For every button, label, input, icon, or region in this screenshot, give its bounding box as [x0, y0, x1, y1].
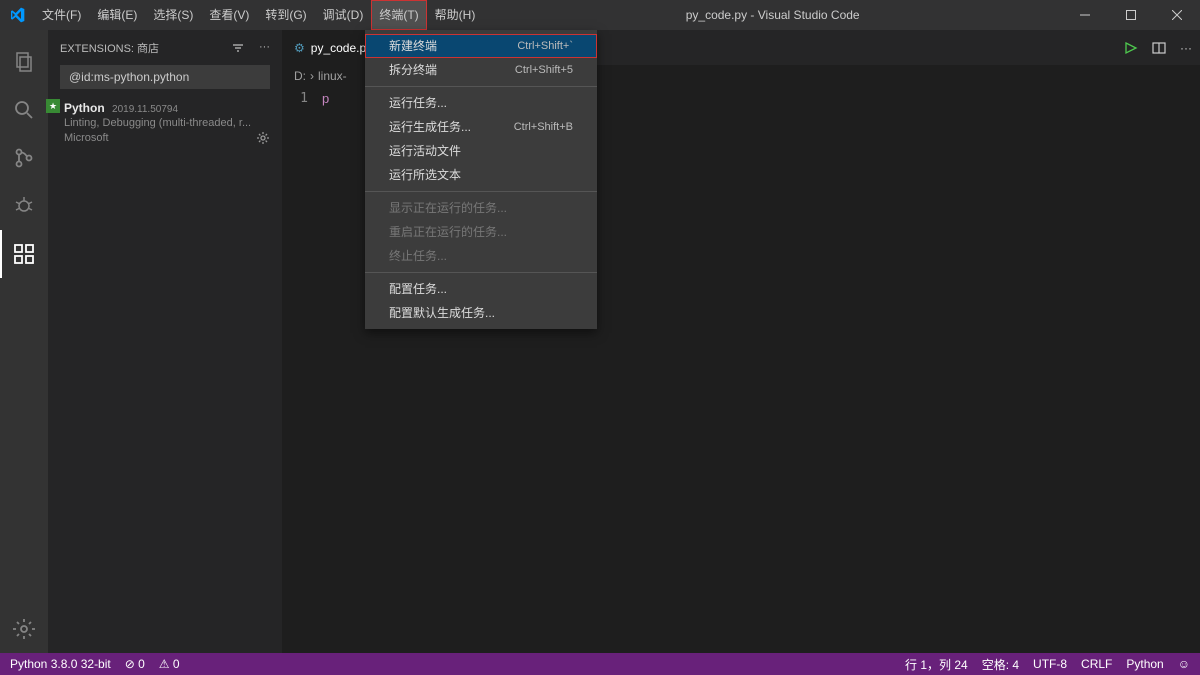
status-item[interactable]: 空格: 4	[982, 656, 1019, 673]
search-icon[interactable]	[0, 86, 48, 134]
menu-dropdown-item: 终止任务...	[365, 244, 597, 268]
status-item[interactable]: 行 1，列 24	[905, 656, 968, 673]
window-controls	[1062, 0, 1200, 30]
breadcrumb-segment: linux-	[318, 69, 347, 83]
menu-item-0[interactable]: 文件(F)	[34, 0, 89, 30]
menu-dropdown-item[interactable]: 运行任务...	[365, 91, 597, 115]
more-actions-icon[interactable]: ···	[1180, 41, 1192, 55]
main-area: EXTENSIONS: 商店 ··· @id:ms-python.python …	[0, 30, 1200, 653]
explorer-icon[interactable]	[0, 38, 48, 86]
main-menu: 文件(F)编辑(E)选择(S)查看(V)转到(G)调试(D)终端(T)帮助(H)	[34, 0, 483, 30]
menu-dropdown-item[interactable]: 配置任务...	[365, 277, 597, 301]
title-bar: 文件(F)编辑(E)选择(S)查看(V)转到(G)调试(D)终端(T)帮助(H)…	[0, 0, 1200, 30]
filter-icon[interactable]	[231, 41, 245, 55]
status-bar: Python 3.8.0 32-bit ⊘ 0 ⚠ 0 行 1，列 24 空格: 4 U…	[0, 653, 1200, 675]
settings-gear-icon[interactable]	[0, 605, 48, 653]
activity-bar	[0, 30, 48, 653]
menu-dropdown-item[interactable]: 拆分终端Ctrl+Shift+5	[365, 58, 597, 82]
sidebar-title: EXTENSIONS: 商店	[60, 40, 159, 56]
menu-dropdown-item[interactable]: 运行活动文件	[365, 139, 597, 163]
terminal-menu-dropdown: 新建终端Ctrl+Shift+`拆分终端Ctrl+Shift+5运行任务...运…	[365, 30, 597, 329]
source-control-icon[interactable]	[0, 134, 48, 182]
menu-item-1[interactable]: 编辑(E)	[89, 0, 145, 30]
sidebar-header: EXTENSIONS: 商店 ···	[48, 30, 282, 65]
menu-dropdown-item[interactable]: 运行所选文本	[365, 163, 597, 187]
extension-description: Linting, Debugging (multi-threaded, r...	[64, 117, 270, 129]
verified-star-icon: ★	[46, 99, 60, 113]
menu-dropdown-item[interactable]: 运行生成任务...Ctrl+Shift+B	[365, 115, 597, 139]
extension-publisher: Microsoft	[64, 132, 109, 144]
menu-item-3[interactable]: 查看(V)	[201, 0, 257, 30]
menu-dropdown-item[interactable]: 新建终端Ctrl+Shift+`	[365, 34, 597, 58]
more-icon[interactable]: ···	[259, 41, 270, 55]
run-icon[interactable]	[1124, 41, 1138, 55]
menu-item-2[interactable]: 选择(S)	[145, 0, 201, 30]
line-number: 1	[282, 87, 322, 653]
split-editor-icon[interactable]	[1152, 41, 1166, 55]
menu-item-4[interactable]: 转到(G)	[257, 0, 314, 30]
maximize-button[interactable]	[1108, 0, 1154, 30]
debug-icon[interactable]	[0, 182, 48, 230]
vscode-logo-icon	[0, 7, 34, 23]
status-item[interactable]: Python	[1126, 657, 1163, 671]
menu-dropdown-item[interactable]: 配置默认生成任务...	[365, 301, 597, 325]
close-button[interactable]	[1154, 0, 1200, 30]
breadcrumb-root: D:	[294, 69, 306, 83]
status-item[interactable]: Python 3.8.0 32-bit	[10, 657, 111, 671]
menu-dropdown-item: 显示正在运行的任务...	[365, 196, 597, 220]
extension-item[interactable]: ★ Python 2019.11.50794 Linting, Debuggin…	[48, 97, 282, 153]
status-item[interactable]: UTF-8	[1033, 657, 1067, 671]
extension-name: Python	[64, 101, 105, 115]
tab-label: py_code.py	[311, 41, 372, 55]
window-title: py_code.py - Visual Studio Code	[483, 8, 1062, 22]
menu-dropdown-item: 重启正在运行的任务...	[365, 220, 597, 244]
minimize-button[interactable]	[1062, 0, 1108, 30]
menu-item-7[interactable]: 帮助(H)	[427, 0, 484, 30]
extensions-icon[interactable]	[0, 230, 48, 278]
extension-gear-icon[interactable]	[256, 131, 270, 145]
menu-item-5[interactable]: 调试(D)	[315, 0, 372, 30]
extension-search-input[interactable]: @id:ms-python.python	[60, 65, 270, 89]
chevron-right-icon: ›	[310, 69, 314, 83]
status-item[interactable]: ⊘ 0	[125, 657, 145, 671]
extension-version: 2019.11.50794	[112, 104, 178, 115]
status-item[interactable]: ⚠ 0	[159, 657, 180, 671]
python-file-icon: ⚙	[294, 41, 305, 55]
sidebar-panel: EXTENSIONS: 商店 ··· @id:ms-python.python …	[48, 30, 282, 653]
status-item[interactable]: ☺	[1178, 657, 1190, 671]
status-item[interactable]: CRLF	[1081, 657, 1112, 671]
menu-item-6[interactable]: 终端(T)	[371, 0, 426, 30]
